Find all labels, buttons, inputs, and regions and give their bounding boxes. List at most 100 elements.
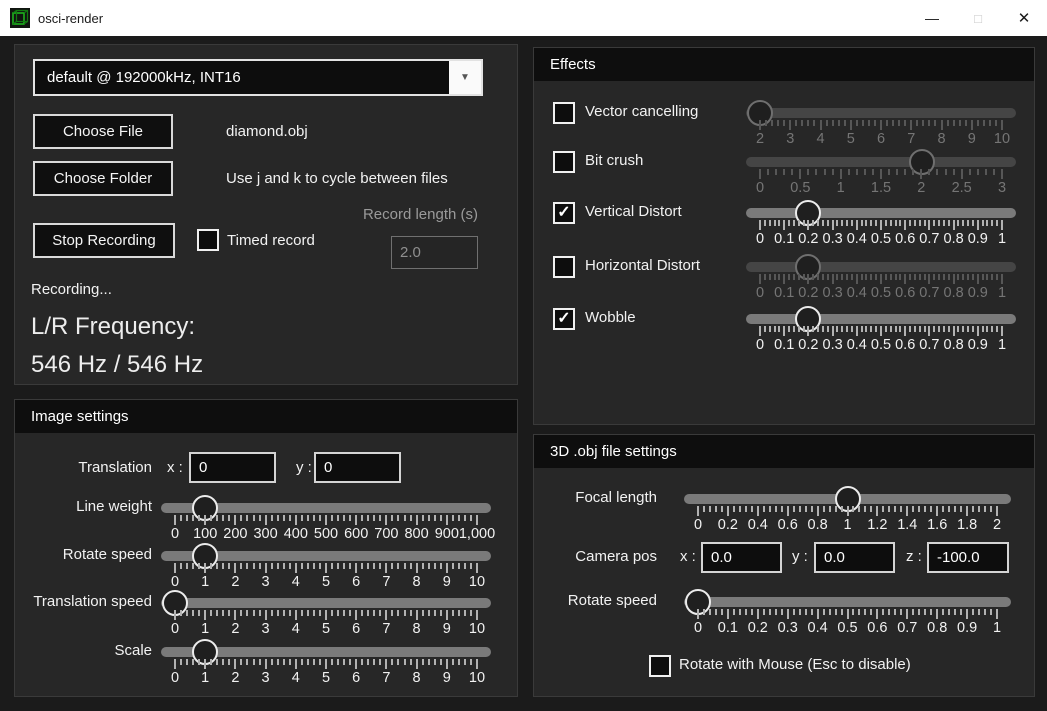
current-file-label: diamond.obj xyxy=(226,123,308,140)
vertical-distort-label: Vertical Distort xyxy=(585,203,682,220)
focal-length-slider[interactable]: 00.20.40.60.811.21.41.61.82 xyxy=(684,486,1011,536)
slider-ticks xyxy=(746,274,1016,284)
camera-x-label: x : xyxy=(680,548,696,565)
image-settings-panel: Image settings Translation x : y : Line … xyxy=(14,399,518,697)
titlebar: osci-render — □ ✕ xyxy=(0,0,1047,36)
record-length-input[interactable] xyxy=(391,236,478,269)
vector-cancelling-slider[interactable]: 2345678910 xyxy=(746,100,1016,150)
slider-track[interactable] xyxy=(746,108,1016,118)
audio-device-select[interactable]: default @ 192000kHz, INT16 ▼ xyxy=(33,59,483,96)
slider-tick-labels: 012345678910 xyxy=(161,670,491,688)
slider-tick-labels: 01002003004005006007008009001,000 xyxy=(161,526,491,544)
maximize-button[interactable]: □ xyxy=(955,0,1001,36)
minimize-button[interactable]: — xyxy=(909,0,955,36)
bit-crush-checkbox[interactable] xyxy=(553,151,575,173)
slider-tick-labels: 012345678910 xyxy=(161,621,491,639)
line-weight-label: Line weight xyxy=(15,498,152,515)
vector-cancelling-label: Vector cancelling xyxy=(585,103,698,120)
effects-panel: Effects Vector cancelling 2345678910 Bit… xyxy=(533,47,1035,425)
horizontal-distort-slider[interactable]: 00.10.20.30.40.50.60.70.80.91 xyxy=(746,254,1016,304)
rotate-speed-slider[interactable]: 012345678910 xyxy=(161,543,491,593)
frequency-title: L/R Frequency: xyxy=(31,313,195,341)
slider-track[interactable] xyxy=(161,503,491,513)
image-settings-header: Image settings xyxy=(15,400,517,433)
camera-z-label: z : xyxy=(906,548,922,565)
wobble-checkbox[interactable]: ✓ xyxy=(553,308,575,330)
rotate-with-mouse-label: Rotate with Mouse (Esc to disable) xyxy=(679,656,911,673)
choose-folder-button[interactable]: Choose Folder xyxy=(33,161,173,196)
obj-rotate-speed-label: Rotate speed xyxy=(534,592,657,609)
slider-ticks xyxy=(161,659,491,669)
timed-record-checkbox[interactable] xyxy=(197,229,219,251)
vertical-distort-slider[interactable]: 00.10.20.30.40.50.60.70.80.91 xyxy=(746,200,1016,250)
slider-track[interactable] xyxy=(684,494,1011,504)
scale-slider[interactable]: 012345678910 xyxy=(161,639,491,689)
line-weight-slider[interactable]: 01002003004005006007008009001,000 xyxy=(161,495,491,545)
scale-label: Scale xyxy=(15,642,152,659)
slider-track[interactable] xyxy=(161,551,491,561)
camera-y-label: y : xyxy=(792,548,808,565)
slider-tick-labels: 00.10.20.30.40.50.60.70.80.91 xyxy=(746,231,1016,249)
app-logo-icon xyxy=(10,8,30,28)
slider-tick-labels: 00.10.20.30.40.50.60.70.80.91 xyxy=(746,285,1016,303)
slider-track[interactable] xyxy=(746,262,1016,272)
wobble-slider[interactable]: 00.10.20.30.40.50.60.70.80.91 xyxy=(746,306,1016,356)
wobble-label: Wobble xyxy=(585,309,636,326)
window-title: osci-render xyxy=(38,11,103,26)
horizontal-distort-label: Horizontal Distort xyxy=(585,257,700,274)
slider-ticks xyxy=(684,506,1011,516)
slider-ticks xyxy=(746,326,1016,336)
slider-ticks xyxy=(746,120,1016,130)
rotate-speed-label: Rotate speed xyxy=(15,546,152,563)
stop-recording-button[interactable]: Stop Recording xyxy=(33,223,175,258)
record-length-label: Record length (s) xyxy=(291,206,478,223)
slider-track[interactable] xyxy=(746,157,1016,167)
translation-speed-slider[interactable]: 012345678910 xyxy=(161,590,491,640)
slider-track[interactable] xyxy=(161,647,491,657)
audio-device-value: default @ 192000kHz, INT16 xyxy=(35,61,449,94)
obj-rotate-speed-slider[interactable]: 00.10.20.30.40.50.60.70.80.91 xyxy=(684,589,1011,639)
slider-ticks xyxy=(746,169,1016,179)
camera-x-input[interactable] xyxy=(701,542,782,573)
slider-track[interactable] xyxy=(684,597,1011,607)
slider-ticks xyxy=(746,220,1016,230)
slider-track[interactable] xyxy=(161,598,491,608)
folder-hint-label: Use j and k to cycle between files xyxy=(226,170,448,187)
slider-ticks xyxy=(684,609,1011,619)
slider-ticks xyxy=(161,610,491,620)
slider-track[interactable] xyxy=(746,208,1016,218)
translation-label: Translation xyxy=(15,459,152,476)
choose-file-button[interactable]: Choose File xyxy=(33,114,173,149)
focal-length-label: Focal length xyxy=(534,489,657,506)
slider-ticks xyxy=(161,563,491,573)
translation-speed-label: Translation speed xyxy=(15,593,152,610)
main-panel: default @ 192000kHz, INT16 ▼ Choose File… xyxy=(14,44,518,385)
dropdown-arrow-icon[interactable]: ▼ xyxy=(449,61,481,94)
slider-tick-labels: 00.20.40.60.811.21.41.61.82 xyxy=(684,517,1011,535)
bit-crush-slider[interactable]: 00.511.522.53 xyxy=(746,149,1016,199)
slider-tick-labels: 00.10.20.30.40.50.60.70.80.91 xyxy=(684,620,1011,638)
timed-record-label: Timed record xyxy=(227,232,315,249)
slider-tick-labels: 00.511.522.53 xyxy=(746,180,1016,198)
window-controls: — □ ✕ xyxy=(909,0,1047,36)
vector-cancelling-checkbox[interactable] xyxy=(553,102,575,124)
camera-z-input[interactable] xyxy=(927,542,1009,573)
frequency-value: 546 Hz / 546 Hz xyxy=(31,351,203,379)
translation-x-input[interactable] xyxy=(189,452,276,483)
vertical-distort-checkbox[interactable]: ✓ xyxy=(553,202,575,224)
obj-settings-panel: 3D .obj file settings Focal length 00.20… xyxy=(533,434,1035,697)
rotate-with-mouse-checkbox[interactable] xyxy=(649,655,671,677)
translation-x-label: x : xyxy=(167,459,183,476)
camera-y-input[interactable] xyxy=(814,542,895,573)
slider-tick-labels: 00.10.20.30.40.50.60.70.80.91 xyxy=(746,337,1016,355)
recording-status: Recording... xyxy=(31,281,112,298)
effects-header: Effects xyxy=(534,48,1034,81)
slider-tick-labels: 2345678910 xyxy=(746,131,1016,149)
translation-y-input[interactable] xyxy=(314,452,401,483)
horizontal-distort-checkbox[interactable] xyxy=(553,256,575,278)
close-button[interactable]: ✕ xyxy=(1001,0,1047,36)
slider-track[interactable] xyxy=(746,314,1016,324)
bit-crush-label: Bit crush xyxy=(585,152,643,169)
translation-y-label: y : xyxy=(296,459,312,476)
camera-pos-label: Camera pos xyxy=(534,548,657,565)
